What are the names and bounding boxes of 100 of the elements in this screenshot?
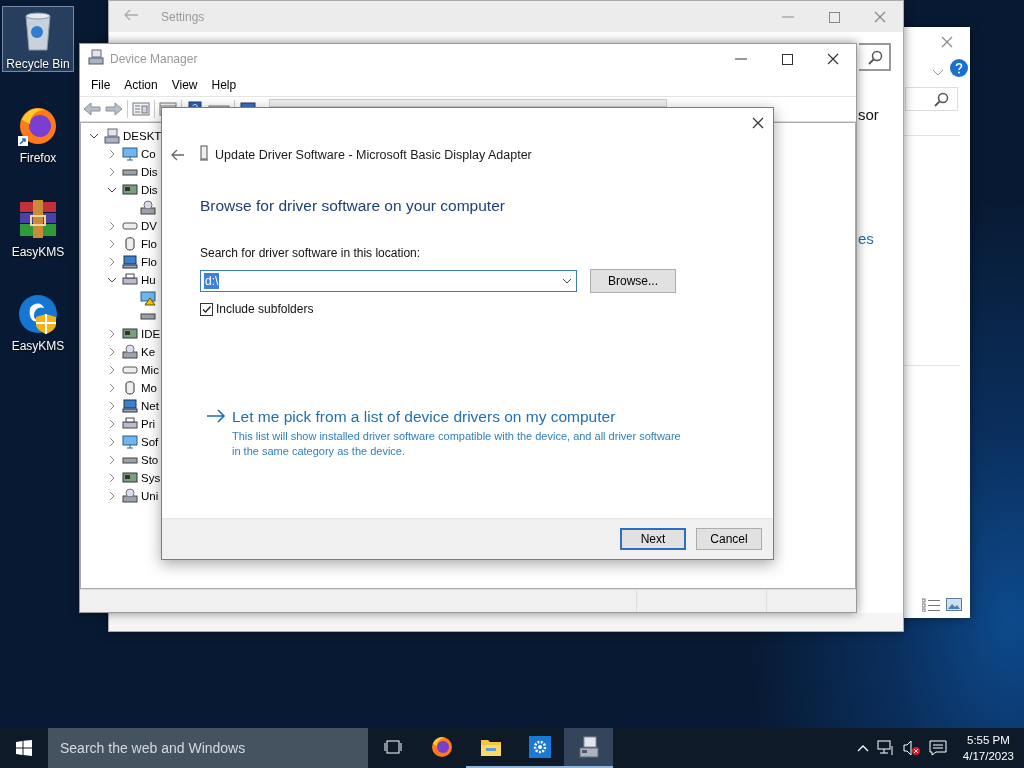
network-icon	[122, 398, 138, 414]
help-icon[interactable]	[950, 59, 968, 77]
tree-item[interactable]: Sof	[141, 436, 159, 448]
expansion-card-icon	[122, 326, 138, 342]
gear-icon	[528, 736, 551, 758]
search-field[interactable]	[859, 43, 891, 71]
location-combo-box[interactable]: d:\	[200, 270, 577, 292]
disc-drive-icon	[122, 344, 138, 360]
volume-muted-icon[interactable]	[902, 740, 921, 756]
dialog-button[interactable]: Next	[620, 528, 686, 550]
search-icon[interactable]	[868, 50, 883, 65]
network-icon[interactable]	[876, 740, 895, 756]
chevron-right-icon[interactable]	[107, 383, 117, 393]
chevron-down-icon[interactable]	[562, 278, 572, 284]
expansion-card-icon	[122, 182, 138, 198]
maximize-icon[interactable]	[780, 52, 794, 66]
back-arrow-icon[interactable]	[83, 101, 101, 117]
folder-icon	[479, 737, 502, 757]
notifications-icon[interactable]	[928, 740, 947, 756]
forward-arrow-icon[interactable]	[105, 101, 123, 117]
chevron-right-icon[interactable]	[107, 455, 117, 465]
firefox-icon	[430, 736, 453, 758]
field-label: Search for driver software in this location:	[200, 246, 422, 260]
tree-item[interactable]: Sto	[141, 454, 159, 466]
device-icon	[199, 145, 209, 161]
disc-drive-icon	[122, 488, 138, 504]
checkbox[interactable]	[200, 302, 213, 316]
tree-item[interactable]: Mo	[141, 382, 157, 394]
tree-item[interactable]: Dis	[141, 166, 158, 178]
clock-date[interactable]: 4/17/2023	[962, 748, 1014, 764]
dialog-heading: Browse for driver software on your computer	[200, 197, 506, 215]
desktop-shortcut[interactable]: EasyKMS	[2, 194, 74, 260]
expansion-card-icon	[122, 470, 138, 486]
browse-button[interactable]: Browse...	[590, 269, 676, 293]
chevron-right-icon[interactable]	[107, 239, 117, 249]
chevron-right-icon[interactable]	[107, 491, 117, 501]
chevron-right-icon[interactable]	[107, 257, 117, 267]
tree-item[interactable]: Net	[141, 400, 159, 412]
monitor-icon	[122, 434, 138, 450]
back-arrow-icon[interactable]	[170, 148, 186, 162]
pick-link[interactable]: Let me pick from a list of device drivers on my computer	[232, 408, 682, 426]
tree-item[interactable]: Uni	[141, 490, 159, 502]
close-icon[interactable]	[826, 52, 840, 66]
tree-item[interactable]: DESKT	[123, 130, 162, 142]
tree-item[interactable]: Flo	[141, 238, 157, 250]
chevron-right-icon[interactable]	[107, 473, 117, 483]
chevron-right-icon[interactable]	[107, 437, 117, 447]
right-arrow-icon[interactable]	[206, 408, 226, 424]
windows-logo-icon[interactable]	[16, 740, 32, 756]
chevron-down-icon[interactable]	[107, 185, 117, 195]
tree-item[interactable]: DV	[141, 220, 157, 232]
chevron-right-icon[interactable]	[107, 401, 117, 411]
chevron-down-icon[interactable]	[107, 275, 117, 285]
chevron-icon[interactable]	[932, 69, 944, 77]
printer-icon	[122, 272, 138, 288]
clock-time[interactable]: 5:55 PM	[967, 732, 1010, 748]
thumbnail-view-icon[interactable]	[946, 598, 962, 611]
dialog-button[interactable]: Cancel	[696, 528, 762, 550]
chevron-right-icon[interactable]	[107, 419, 117, 429]
search-field[interactable]: Search the web and Windows	[48, 728, 368, 768]
menu-item[interactable]: Action	[117, 78, 165, 92]
tree-item[interactable]: Pri	[141, 418, 156, 430]
chevron-right-icon[interactable]	[107, 329, 117, 339]
menu-item[interactable]: View	[164, 78, 205, 92]
desktop-shortcut[interactable]: EasyKMS	[2, 288, 74, 354]
menu-item[interactable]: File	[84, 78, 118, 92]
desktop-shortcut[interactable]: Firefox	[2, 100, 74, 166]
computer-icon	[88, 49, 104, 65]
taskbar-app-button[interactable]	[564, 728, 613, 768]
tree-item[interactable]: Sys	[141, 472, 161, 484]
tree-item[interactable]: IDE	[141, 328, 161, 340]
chevron-right-icon[interactable]	[107, 167, 117, 177]
window-title: Settings	[161, 9, 206, 24]
chevron-right-icon[interactable]	[107, 347, 117, 357]
properties-icon[interactable]	[132, 101, 150, 117]
printer-icon	[122, 416, 138, 432]
network-icon	[122, 254, 138, 270]
setting-text: sor	[858, 106, 879, 123]
chevron-right-icon[interactable]	[107, 365, 117, 375]
tree-item[interactable]: Dis	[141, 184, 158, 196]
mouse-icon	[122, 236, 138, 252]
search-icon[interactable]	[934, 92, 949, 107]
chevron-down-icon[interactable]	[89, 131, 99, 141]
close-icon[interactable]	[751, 116, 765, 130]
checkbox-label: Include subfolders	[216, 302, 314, 316]
desktop-shortcut[interactable]: Recycle Bin	[2, 6, 74, 72]
link-description: This list will show installed driver software compatible with the device, and all driver software in the same category as the device.	[232, 429, 682, 459]
chevron-right-icon[interactable]	[107, 221, 117, 231]
chevron-right-icon[interactable]	[107, 149, 117, 159]
chevron-up-icon[interactable]	[856, 744, 869, 752]
settings-link[interactable]: es	[858, 230, 874, 247]
tree-item[interactable]: Hu	[141, 274, 156, 286]
tree-item[interactable]: Ke	[141, 346, 156, 358]
details-view-icon[interactable]	[922, 598, 940, 612]
tree-item[interactable]: Flo	[141, 256, 157, 268]
tree-item[interactable]: Mic	[141, 364, 159, 376]
dialog-title: Update Driver Software - Microsoft Basic Display Adapter	[215, 148, 532, 162]
shield-app-icon	[16, 292, 60, 336]
menu-item[interactable]: Help	[204, 78, 244, 92]
tree-item[interactable]: Co	[141, 148, 156, 160]
